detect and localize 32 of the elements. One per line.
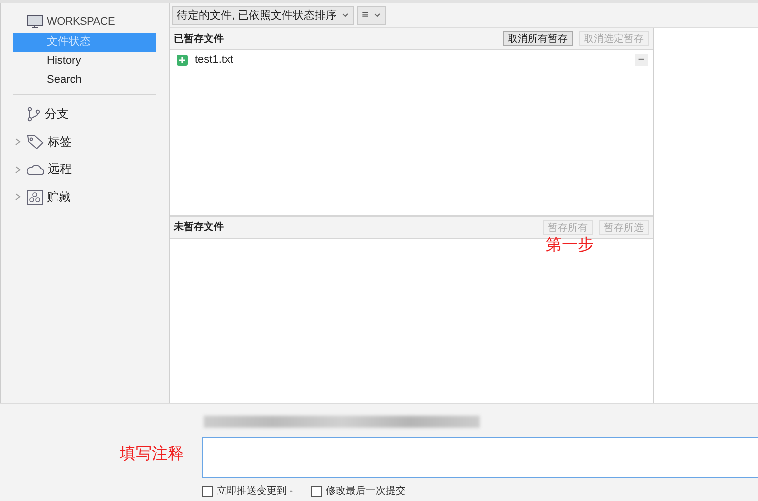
branch-icon bbox=[27, 107, 41, 122]
commit-message-field[interactable] bbox=[202, 437, 758, 478]
annotation: 填写注释 bbox=[120, 444, 184, 465]
sidebar-section[interactable]: 分支 bbox=[45, 106, 69, 124]
plus-icon bbox=[177, 54, 188, 66]
sidebar-section[interactable]: 贮藏 bbox=[47, 188, 71, 206]
checkbox[interactable] bbox=[311, 486, 322, 496]
cloud-icon bbox=[27, 164, 44, 176]
tag-icon bbox=[27, 134, 44, 150]
monitor-icon bbox=[27, 15, 43, 29]
stage-button[interactable]: 取消所有暂存 bbox=[503, 31, 573, 46]
pane-title: 已暂存文件 bbox=[174, 32, 224, 46]
sidebar-section[interactable]: 标签 bbox=[48, 134, 72, 151]
caret-icon bbox=[374, 12, 381, 18]
chevron-icon[interactable] bbox=[15, 166, 21, 174]
checkbox[interactable] bbox=[202, 486, 213, 496]
workspace-title: WORKSPACE bbox=[47, 16, 115, 28]
checkbox-option[interactable]: 立即推送变更到 - bbox=[202, 484, 294, 498]
stash-icon bbox=[27, 190, 43, 205]
chevron-icon[interactable] bbox=[15, 138, 21, 146]
collapse-button[interactable]: − bbox=[635, 54, 648, 66]
annotation: 第一步 bbox=[546, 236, 594, 256]
sidebar-section[interactable]: 远程 bbox=[48, 161, 72, 178]
pane-title: 未暂存文件 bbox=[174, 220, 224, 234]
file-name[interactable]: test1.txt bbox=[195, 54, 234, 66]
sidebar-item[interactable]: History bbox=[13, 52, 156, 71]
view-menu-button[interactable]: ≡ bbox=[357, 6, 386, 24]
filter-dropdown[interactable]: 待定的文件, 已依照文件状态排序 bbox=[172, 6, 354, 24]
sidebar-item[interactable]: Search bbox=[13, 71, 156, 90]
caret-icon bbox=[342, 12, 350, 18]
chevron-icon[interactable] bbox=[15, 193, 21, 202]
checkbox-option[interactable]: 修改最后一次提交 bbox=[311, 484, 406, 498]
